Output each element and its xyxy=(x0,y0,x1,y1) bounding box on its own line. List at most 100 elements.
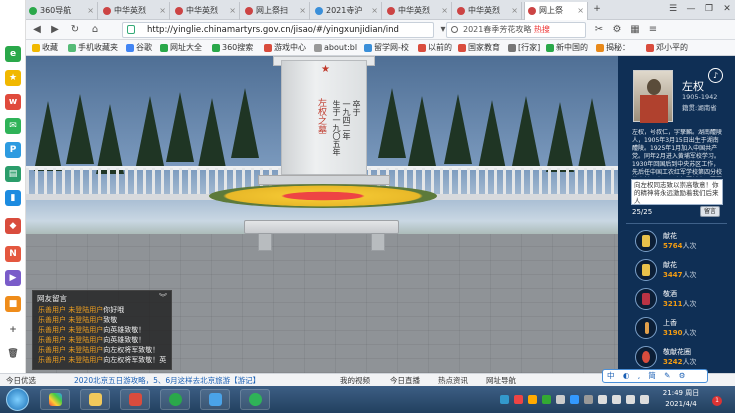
tribute-wine-button[interactable]: 敬酒 3211人次 xyxy=(635,288,730,310)
notification-badge[interactable]: 1 xyxy=(712,396,722,406)
input-icon[interactable] xyxy=(640,395,649,404)
close-icon[interactable]: × xyxy=(87,2,94,20)
collapse-icon[interactable]: ︾ xyxy=(159,292,167,303)
status-item-0[interactable]: 我的视频 xyxy=(340,374,370,386)
stone-bench xyxy=(244,220,399,234)
menu-button[interactable]: ☰ xyxy=(666,2,680,16)
taskbar-app-qq[interactable] xyxy=(200,389,230,410)
bookmark-10[interactable]: [行家] xyxy=(508,41,540,55)
bookmark-6[interactable]: about:bl xyxy=(314,41,357,55)
back-icon[interactable]: ◀ xyxy=(30,23,44,37)
tab-0[interactable]: 360导航 × xyxy=(26,2,98,20)
bookmark-favicon-icon xyxy=(508,44,516,52)
close-icon[interactable]: × xyxy=(159,2,166,20)
battery-icon[interactable] xyxy=(626,395,635,404)
url-input[interactable]: http://yinglie.chinamartyrs.gov.cn/jisao… xyxy=(122,22,434,38)
tribute-flowers-2-button[interactable]: 献花 3447人次 xyxy=(635,259,730,281)
tray-icon[interactable] xyxy=(528,395,537,404)
bookmark-5[interactable]: 游戏中心 xyxy=(264,41,306,55)
search-input[interactable]: 2021春季芳花攻略 热搜 xyxy=(446,22,586,38)
close-icon[interactable]: × xyxy=(371,2,378,20)
start-button[interactable] xyxy=(6,388,29,411)
system-clock[interactable]: 21:49 周日 2021/4/4 xyxy=(655,388,707,410)
tribute-incense-button[interactable]: 上香 3190人次 xyxy=(635,317,730,339)
refresh-icon[interactable]: ↻ xyxy=(68,23,82,37)
trash-icon[interactable]: 🗑 xyxy=(5,346,21,362)
close-icon[interactable]: × xyxy=(299,2,306,20)
bookmark-7[interactable]: 留学网-校 xyxy=(364,41,409,55)
close-icon[interactable]: × xyxy=(511,2,518,20)
home-icon[interactable]: ⌂ xyxy=(88,23,102,37)
tribute-flowers-button[interactable]: 献花 5764人次 xyxy=(635,230,730,252)
tab-favicon-icon xyxy=(387,7,395,15)
tab-4[interactable]: 2021寺沪 × xyxy=(312,2,382,20)
close-window-button[interactable]: ✕ xyxy=(720,2,734,16)
taskbar-app-browser[interactable] xyxy=(160,389,190,410)
phone-icon[interactable]: ▮ xyxy=(5,190,21,206)
close-icon[interactable]: × xyxy=(229,2,236,20)
tab-3[interactable]: 网上祭扫 × xyxy=(242,2,310,20)
bookmark-8[interactable]: 以前的 xyxy=(418,41,452,55)
taskbar-app-ie[interactable] xyxy=(120,389,150,410)
video-icon[interactable]: ▶ xyxy=(5,270,21,286)
network-icon[interactable] xyxy=(598,395,607,404)
bookmark-12[interactable]: 揭秘： xyxy=(596,41,630,55)
minimize-button[interactable]: — xyxy=(684,2,698,16)
volume-icon[interactable] xyxy=(612,395,621,404)
tray-icon[interactable] xyxy=(514,395,523,404)
app-icon[interactable]: ■ xyxy=(5,296,21,312)
add-icon[interactable]: + xyxy=(5,322,21,338)
memorial-scene[interactable]: ★ 左权之墓 一九四二年 生于一九〇五年 卒于 网友留言 ︾ 乐善用户 未登陆用… xyxy=(26,56,618,373)
message-input[interactable]: 向左权同志致以崇高敬意！你的精神将永远激励着我们后来人 xyxy=(631,179,723,205)
daily-pick-link[interactable]: 今日优选 xyxy=(6,374,36,386)
taskbar-app-folder[interactable] xyxy=(80,389,110,410)
bookmark-11[interactable]: 新中国的 xyxy=(546,41,588,55)
new-tab-button[interactable]: + xyxy=(590,2,604,16)
grid-icon[interactable]: ▦ xyxy=(628,23,642,37)
tray-icon[interactable] xyxy=(584,395,593,404)
chat-message: 乐善用户 未登陆用户你好哦 xyxy=(38,306,125,314)
tab-1[interactable]: 中华英烈 × xyxy=(100,2,170,20)
tab-5[interactable]: 中华英烈 × xyxy=(384,2,452,20)
tribute-wreath-button[interactable]: 敬献花圈 3242人次 xyxy=(635,346,730,368)
send-message-button[interactable]: 留言 xyxy=(700,206,720,217)
tab-6[interactable]: 中华英烈 × xyxy=(454,2,522,20)
bookmark-9[interactable]: 国家教育 xyxy=(458,41,500,55)
p-icon[interactable]: P xyxy=(5,142,21,158)
extension-icon[interactable]: ✂ xyxy=(592,23,606,37)
taskbar-app-wechat[interactable] xyxy=(240,389,270,410)
tray-icon[interactable] xyxy=(542,395,551,404)
status-item-3[interactable]: 网址导航 xyxy=(486,374,516,386)
music-icon[interactable]: ♪ xyxy=(708,68,723,83)
status-item-1[interactable]: 今日直播 xyxy=(390,374,420,386)
tray-icon[interactable] xyxy=(570,395,579,404)
bookmark-3[interactable]: 网址大全 xyxy=(160,41,202,55)
tray-icon[interactable] xyxy=(556,395,565,404)
status-item-2[interactable]: 热点资讯 xyxy=(438,374,468,386)
close-icon[interactable]: × xyxy=(441,2,448,20)
tab-2[interactable]: 中华英烈 × xyxy=(172,2,240,20)
news-ticker-link[interactable]: 2020北京五日游攻略，5、6月这样去北京旅游【游记】 xyxy=(74,374,260,386)
bookmark-13[interactable]: 邓小平的 xyxy=(646,41,688,55)
bookmark-1[interactable]: 手机收藏夹 xyxy=(68,41,118,55)
tray-icon[interactable] xyxy=(500,395,509,404)
bookmark-0[interactable]: 收藏 xyxy=(32,41,58,55)
taskbar-app-colors[interactable] xyxy=(40,389,70,410)
news-icon[interactable]: N xyxy=(5,246,21,262)
weibo-icon[interactable]: w xyxy=(5,94,21,110)
tab-7[interactable]: 网上祭 × xyxy=(524,2,588,20)
book-icon[interactable]: ▤ xyxy=(5,166,21,182)
more-icon[interactable]: ≡ xyxy=(646,23,660,37)
maximize-button[interactable]: ❐ xyxy=(702,2,716,16)
star-icon[interactable]: ★ xyxy=(5,70,21,86)
forward-icon[interactable]: ▶ xyxy=(48,23,62,37)
browser-window: e ★ w ✉ P ▤ ▮ ◆ N ▶ ■ + 🗑 360导航 × 中华英烈 × 中… xyxy=(0,0,735,413)
close-icon[interactable]: × xyxy=(577,2,584,20)
bookmark-4[interactable]: 360搜索 xyxy=(212,41,253,55)
ime-toolbar[interactable]: 中 ◐ ⸲ 简 ✎ ⚙ xyxy=(602,369,708,383)
mail-icon[interactable]: ✉ xyxy=(5,118,21,134)
browser-logo-icon[interactable]: e xyxy=(5,46,21,62)
game-icon[interactable]: ◆ xyxy=(5,218,21,234)
settings-icon[interactable]: ⚙ xyxy=(610,23,624,37)
bookmark-2[interactable]: 谷歌 xyxy=(126,41,152,55)
